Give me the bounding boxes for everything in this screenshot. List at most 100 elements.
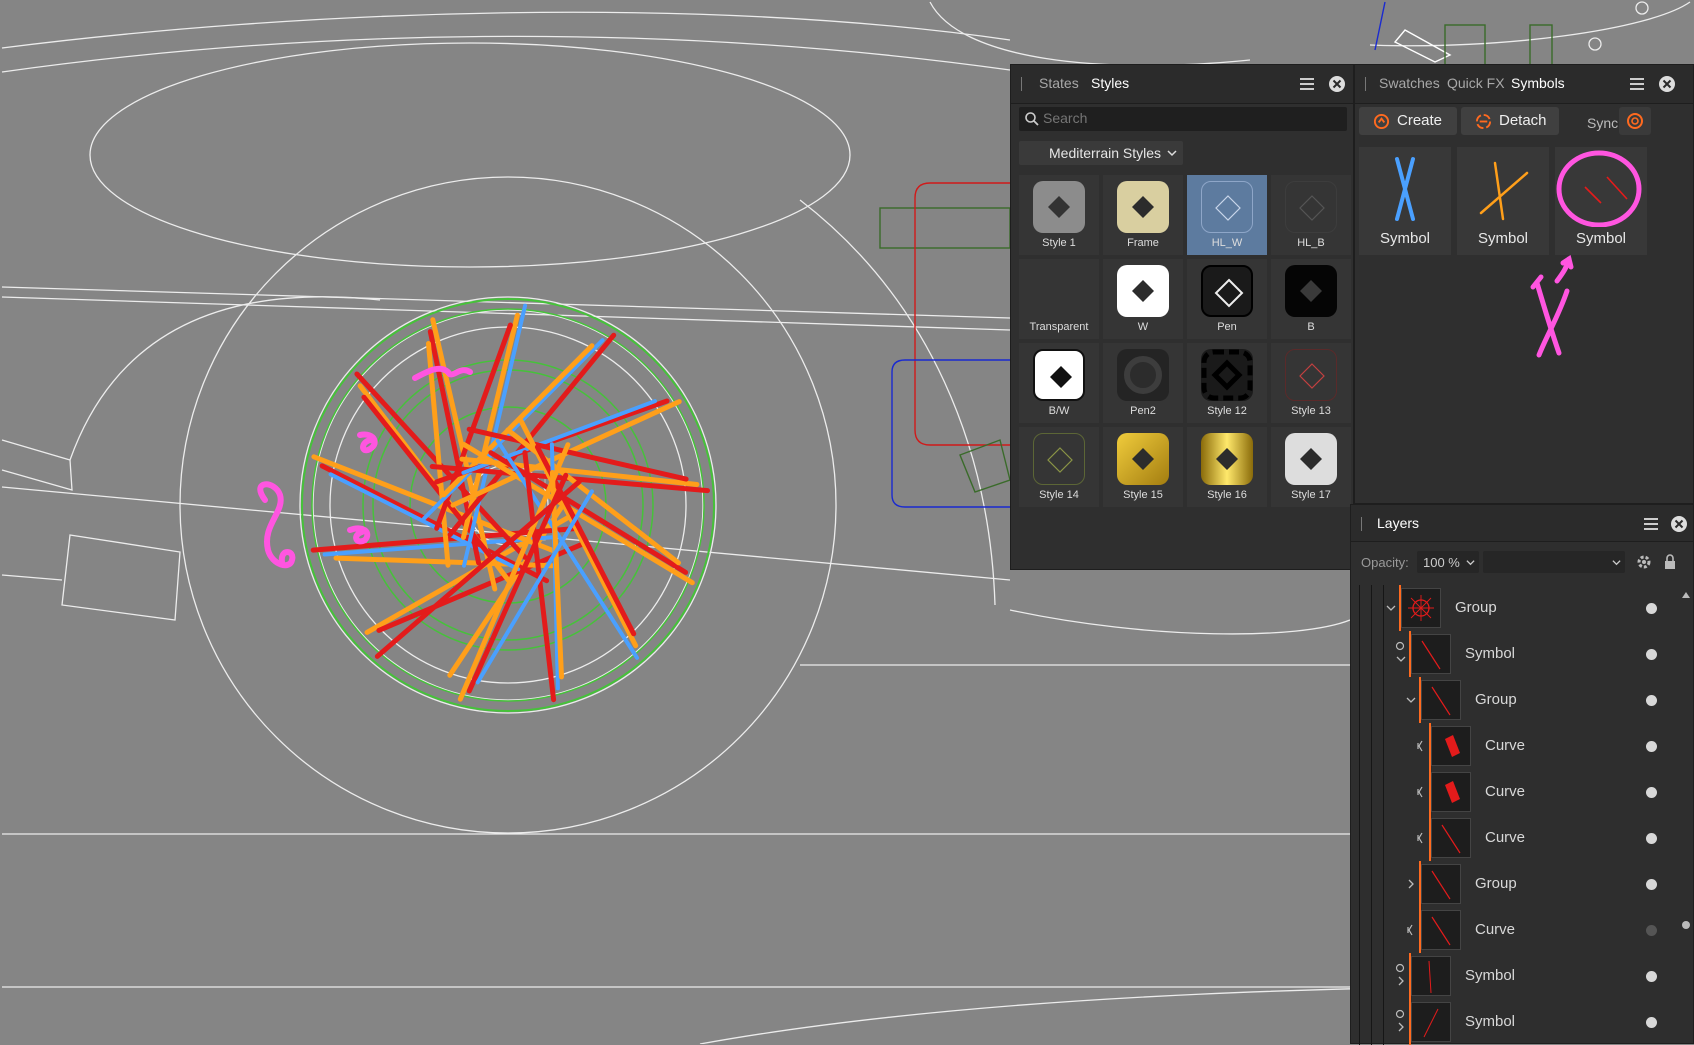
panel-grip[interactable] <box>1021 77 1022 91</box>
layers-scrollbar[interactable] <box>1679 585 1693 1045</box>
layer-row[interactable]: Symbol <box>1351 953 1679 999</box>
style-label: Style 15 <box>1123 489 1163 501</box>
style-label: W <box>1137 321 1149 333</box>
symbol-item[interactable]: Symbol <box>1457 147 1549 255</box>
tab-layers[interactable]: Layers <box>1377 515 1419 531</box>
layer-row[interactable]: Curve <box>1351 907 1679 953</box>
opacity-value: 100 % <box>1423 555 1460 570</box>
close-icon[interactable] <box>1657 74 1677 94</box>
curve-node-icon[interactable] <box>1405 924 1417 936</box>
style-item[interactable]: W <box>1103 259 1183 339</box>
create-symbol-button[interactable]: Create <box>1359 107 1457 135</box>
blend-mode-dropdown[interactable] <box>1483 551 1625 573</box>
visibility-toggle[interactable] <box>1646 649 1657 660</box>
opacity-label: Opacity: <box>1361 555 1409 570</box>
close-icon[interactable] <box>1669 514 1689 534</box>
chevron-down-icon[interactable] <box>1405 694 1417 706</box>
panel-grip[interactable] <box>1365 77 1366 91</box>
chevron-down-icon[interactable] <box>1385 602 1397 614</box>
visibility-toggle[interactable] <box>1646 1017 1657 1028</box>
style-item[interactable]: B/W <box>1019 343 1099 423</box>
layer-row[interactable]: Curve <box>1351 815 1679 861</box>
tab-swatches[interactable]: Swatches <box>1379 75 1440 91</box>
layer-thumbnail <box>1421 910 1461 950</box>
layer-row[interactable]: Group <box>1351 677 1679 723</box>
panel-menu-icon[interactable] <box>1641 514 1661 534</box>
sync-toggle-button[interactable] <box>1619 107 1651 135</box>
style-preview <box>1285 349 1337 401</box>
styles-search-box[interactable] <box>1019 107 1347 131</box>
curve-node-icon[interactable] <box>1415 740 1427 752</box>
style-preview <box>1285 265 1337 317</box>
curve-node-icon[interactable] <box>1415 832 1427 844</box>
chevron-right-icon[interactable] <box>1395 1021 1407 1033</box>
symbol-link-icon <box>1395 963 1405 973</box>
style-item[interactable]: Pen <box>1187 259 1267 339</box>
chevron-right-icon[interactable] <box>1405 878 1417 890</box>
layer-label: Group <box>1455 599 1497 616</box>
symbol-link-icon <box>1395 1009 1405 1019</box>
layer-row[interactable]: Symbol <box>1351 631 1679 677</box>
style-item[interactable]: Frame <box>1103 175 1183 255</box>
blue-cross-icon <box>1375 153 1435 230</box>
curve-node-icon[interactable] <box>1415 786 1427 798</box>
style-item[interactable]: Style 12 <box>1187 343 1267 423</box>
panel-grip[interactable] <box>1361 517 1362 531</box>
style-item[interactable]: Transparent <box>1019 259 1099 339</box>
layer-label: Symbol <box>1465 967 1516 984</box>
chevron-down-icon[interactable] <box>1395 653 1407 665</box>
gear-icon[interactable] <box>1635 553 1653 571</box>
symbols-panel: Swatches Quick FX Symbols Create Detach … <box>1354 64 1694 504</box>
style-item[interactable]: Style 17 <box>1271 427 1351 507</box>
visibility-toggle[interactable] <box>1646 603 1657 614</box>
visibility-toggle[interactable] <box>1646 879 1657 890</box>
layer-thumbnail <box>1411 634 1451 674</box>
layer-thumbnail <box>1421 680 1461 720</box>
panel-menu-icon[interactable] <box>1297 74 1317 94</box>
style-item[interactable]: Pen2 <box>1103 343 1183 423</box>
visibility-toggle[interactable] <box>1646 741 1657 752</box>
layer-row[interactable]: Group <box>1351 861 1679 907</box>
style-item[interactable]: Style 15 <box>1103 427 1183 507</box>
style-item[interactable]: Style 13 <box>1271 343 1351 423</box>
symbol-item[interactable]: Symbol <box>1555 147 1647 255</box>
scrollbar-thumb[interactable] <box>1682 921 1690 929</box>
create-symbol-label: Create <box>1397 112 1443 129</box>
style-item[interactable]: HL_B <box>1271 175 1351 255</box>
visibility-toggle[interactable] <box>1646 787 1657 798</box>
style-preview <box>1285 433 1337 485</box>
style-item[interactable]: HL_W <box>1187 175 1267 255</box>
visibility-toggle[interactable] <box>1646 925 1657 936</box>
layer-row[interactable]: Curve <box>1351 723 1679 769</box>
opacity-dropdown[interactable]: 100 % <box>1417 551 1479 573</box>
visibility-toggle[interactable] <box>1646 833 1657 844</box>
layer-thumbnail <box>1411 956 1451 996</box>
panel-menu-icon[interactable] <box>1627 74 1647 94</box>
visibility-toggle[interactable] <box>1646 971 1657 982</box>
close-icon[interactable] <box>1327 74 1347 94</box>
symbol-item[interactable]: Symbol <box>1359 147 1451 255</box>
style-item[interactable]: Style 1 <box>1019 175 1099 255</box>
layers-panel-tabbar: Layers <box>1351 505 1693 542</box>
layer-row[interactable]: Curve <box>1351 769 1679 815</box>
style-category-dropdown[interactable]: Mediterrain Styles <box>1019 141 1183 165</box>
scroll-up-icon[interactable] <box>1682 591 1690 599</box>
detach-symbol-button[interactable]: Detach <box>1461 107 1559 135</box>
tab-symbols[interactable]: Symbols <box>1511 75 1565 91</box>
tab-styles[interactable]: Styles <box>1091 75 1129 91</box>
chevron-right-icon[interactable] <box>1395 975 1407 987</box>
layer-row[interactable]: Symbol <box>1351 999 1679 1045</box>
style-item[interactable]: B <box>1271 259 1351 339</box>
visibility-toggle[interactable] <box>1646 695 1657 706</box>
style-item[interactable]: Style 14 <box>1019 427 1099 507</box>
style-preview <box>1117 433 1169 485</box>
tab-quick-fx[interactable]: Quick FX <box>1447 75 1505 91</box>
style-item[interactable]: Style 16 <box>1187 427 1267 507</box>
layer-row[interactable]: Group <box>1351 585 1679 631</box>
tab-states[interactable]: States <box>1039 75 1079 91</box>
style-label: Style 17 <box>1291 489 1331 501</box>
search-input[interactable] <box>1043 109 1339 127</box>
layer-thumbnail <box>1421 864 1461 904</box>
layer-thumbnail <box>1411 1002 1451 1042</box>
lock-icon[interactable] <box>1663 553 1677 571</box>
